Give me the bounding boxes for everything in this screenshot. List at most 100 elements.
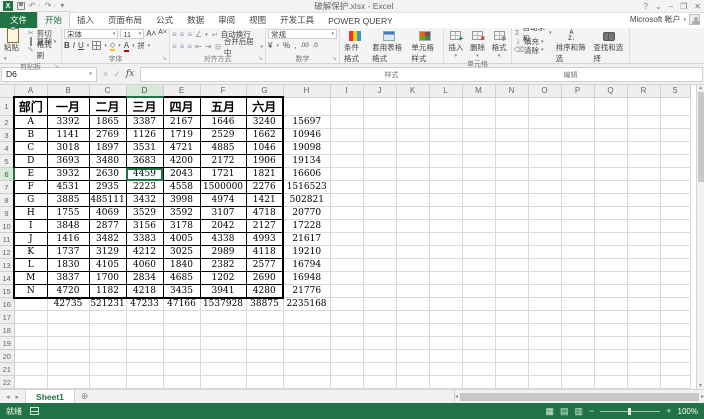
- cell-K22[interactable]: [396, 376, 429, 389]
- cell-K17[interactable]: [396, 311, 429, 324]
- cell-P18[interactable]: [561, 324, 594, 337]
- cell-L7[interactable]: [429, 181, 462, 194]
- cell-M7[interactable]: [462, 181, 495, 194]
- cell-G5[interactable]: 1906: [246, 155, 283, 168]
- cell-M3[interactable]: [462, 129, 495, 142]
- cell-G19[interactable]: [246, 337, 283, 350]
- cell-R2[interactable]: [627, 116, 660, 129]
- cell-E19[interactable]: [163, 337, 200, 350]
- cell-N22[interactable]: [495, 376, 528, 389]
- shrink-font-icon[interactable]: A˅: [158, 29, 167, 39]
- cell-F3[interactable]: 2529: [200, 129, 246, 142]
- column-header-I[interactable]: I: [330, 85, 363, 97]
- cell-I9[interactable]: [330, 207, 363, 220]
- cell-J13[interactable]: [363, 259, 396, 272]
- row-header-16[interactable]: 16: [0, 298, 14, 311]
- fill-color-icon[interactable]: ◇: [110, 41, 115, 50]
- cell-N6[interactable]: [495, 168, 528, 181]
- cell-O13[interactable]: [528, 259, 561, 272]
- cell-D13[interactable]: 4060: [126, 259, 163, 272]
- cell-F2[interactable]: 1646: [200, 116, 246, 129]
- cell-O14[interactable]: [528, 272, 561, 285]
- row-header-8[interactable]: 8: [0, 194, 14, 207]
- cell-I1[interactable]: [330, 97, 363, 116]
- cell-I6[interactable]: [330, 168, 363, 181]
- column-header-R[interactable]: R: [627, 85, 660, 97]
- cell-K13[interactable]: [396, 259, 429, 272]
- cell-K14[interactable]: [396, 272, 429, 285]
- row-header-4[interactable]: 4: [0, 142, 14, 155]
- cell-S6[interactable]: [660, 168, 690, 181]
- cell-L12[interactable]: [429, 246, 462, 259]
- cell-L11[interactable]: [429, 233, 462, 246]
- cell-J21[interactable]: [363, 363, 396, 376]
- ribbon-tab-file[interactable]: 文件: [0, 12, 37, 28]
- cell-P4[interactable]: [561, 142, 594, 155]
- cell-Q20[interactable]: [594, 350, 627, 363]
- cell-O23[interactable]: [528, 389, 561, 390]
- cell-D19[interactable]: [126, 337, 163, 350]
- cell-S8[interactable]: [660, 194, 690, 207]
- decrease-decimal-icon[interactable]: .0: [313, 43, 318, 49]
- cell-E3[interactable]: 1719: [163, 129, 200, 142]
- cell-Q3[interactable]: [594, 129, 627, 142]
- cell-J10[interactable]: [363, 220, 396, 233]
- cell-J12[interactable]: [363, 246, 396, 259]
- sheet-nav-left-icon[interactable]: ◂: [6, 393, 10, 401]
- cell-O11[interactable]: [528, 233, 561, 246]
- cell-P10[interactable]: [561, 220, 594, 233]
- cell-H20[interactable]: [283, 350, 330, 363]
- cell-F6[interactable]: 1721: [200, 168, 246, 181]
- cell-M4[interactable]: [462, 142, 495, 155]
- cell-Q21[interactable]: [594, 363, 627, 376]
- cell-E7[interactable]: 4558: [163, 181, 200, 194]
- cell-M1[interactable]: [462, 97, 495, 116]
- cell-F11[interactable]: 4338: [200, 233, 246, 246]
- cell-O6[interactable]: [528, 168, 561, 181]
- cell-G4[interactable]: 1046: [246, 142, 283, 155]
- cell-A6[interactable]: E: [14, 168, 47, 181]
- clear-button[interactable]: ⌫清除▾: [514, 46, 552, 55]
- cell-Q2[interactable]: [594, 116, 627, 129]
- cell-F15[interactable]: 3941: [200, 285, 246, 298]
- cell-R17[interactable]: [627, 311, 660, 324]
- cell-G3[interactable]: 1662: [246, 129, 283, 142]
- cell-D3[interactable]: 1126: [126, 129, 163, 142]
- cell-O18[interactable]: [528, 324, 561, 337]
- center-icon[interactable]: ≡: [180, 43, 185, 51]
- cell-R9[interactable]: [627, 207, 660, 220]
- alignment-dialog-launcher-icon[interactable]: ↘: [258, 55, 263, 62]
- cell-G7[interactable]: 2276: [246, 181, 283, 194]
- cell-C19[interactable]: [89, 337, 126, 350]
- cell-E23[interactable]: [163, 389, 200, 390]
- cell-Q15[interactable]: [594, 285, 627, 298]
- insert-cells-button[interactable]: 插入▾: [446, 29, 465, 59]
- cell-J20[interactable]: [363, 350, 396, 363]
- cell-A5[interactable]: D: [14, 155, 47, 168]
- cell-P8[interactable]: [561, 194, 594, 207]
- cell-N13[interactable]: [495, 259, 528, 272]
- font-color-icon[interactable]: A: [124, 41, 129, 51]
- cell-K5[interactable]: [396, 155, 429, 168]
- page-break-view-icon[interactable]: ▥: [574, 406, 583, 417]
- scroll-left-icon[interactable]: ◂: [455, 393, 458, 400]
- cell-A1[interactable]: 部门: [14, 97, 47, 116]
- cell-C4[interactable]: 1897: [89, 142, 126, 155]
- cell-Q5[interactable]: [594, 155, 627, 168]
- cell-E8[interactable]: 3998: [163, 194, 200, 207]
- cell-A18[interactable]: [14, 324, 47, 337]
- cell-G23[interactable]: [246, 389, 283, 390]
- cell-B5[interactable]: 3693: [47, 155, 89, 168]
- column-header-A[interactable]: A: [14, 85, 47, 97]
- underline-button[interactable]: U: [78, 41, 84, 50]
- scroll-down-icon[interactable]: ▼: [698, 383, 703, 389]
- cell-O12[interactable]: [528, 246, 561, 259]
- redo-icon[interactable]: ↷ ·: [45, 1, 57, 11]
- cell-D10[interactable]: 3156: [126, 220, 163, 233]
- cell-F21[interactable]: [200, 363, 246, 376]
- cell-B20[interactable]: [47, 350, 89, 363]
- cell-D1[interactable]: 三月: [126, 97, 163, 116]
- cell-I8[interactable]: [330, 194, 363, 207]
- cell-H12[interactable]: 19210: [283, 246, 330, 259]
- cell-I22[interactable]: [330, 376, 363, 389]
